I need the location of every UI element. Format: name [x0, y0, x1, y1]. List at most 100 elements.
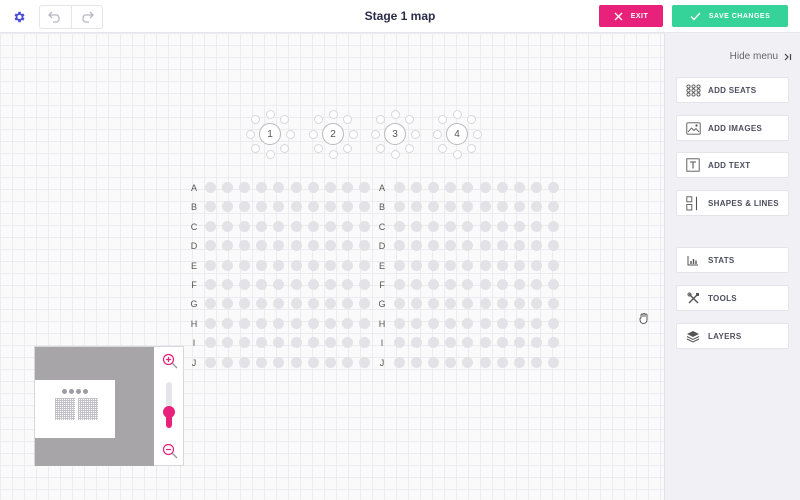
seat[interactable]	[530, 259, 542, 271]
seat[interactable]	[513, 220, 525, 232]
seat[interactable]	[394, 220, 405, 232]
seat[interactable]	[273, 298, 285, 310]
seat[interactable]	[239, 201, 251, 213]
seat[interactable]	[428, 298, 440, 310]
table-seat[interactable]	[472, 129, 482, 139]
table-seat[interactable]	[285, 129, 295, 139]
seat[interactable]	[205, 240, 216, 252]
seat[interactable]	[394, 259, 405, 271]
seat[interactable]	[358, 298, 370, 310]
seat[interactable]	[239, 317, 251, 329]
seat[interactable]	[445, 259, 457, 271]
seat[interactable]	[358, 220, 370, 232]
seat[interactable]	[513, 317, 525, 329]
seat[interactable]	[273, 220, 285, 232]
seat[interactable]	[547, 259, 559, 271]
table-seat[interactable]	[390, 149, 400, 159]
seat[interactable]	[513, 182, 525, 193]
seat[interactable]	[256, 201, 268, 213]
table-seat[interactable]	[438, 115, 448, 125]
table-seat[interactable]	[438, 143, 448, 153]
seat[interactable]	[547, 356, 559, 368]
table-seat[interactable]	[466, 143, 476, 153]
seat[interactable]	[513, 201, 525, 213]
seat[interactable]	[273, 337, 285, 349]
table-seat[interactable]	[245, 129, 255, 139]
seat[interactable]	[341, 298, 353, 310]
seat[interactable]	[513, 259, 525, 271]
seat[interactable]	[358, 279, 370, 290]
seat[interactable]	[205, 317, 216, 329]
seat[interactable]	[205, 279, 216, 290]
seat[interactable]	[290, 298, 302, 310]
seat[interactable]	[239, 356, 251, 368]
round-table[interactable]: 2	[308, 109, 358, 159]
seat[interactable]	[239, 220, 251, 232]
seat[interactable]	[428, 279, 440, 290]
seat[interactable]	[547, 240, 559, 252]
seat[interactable]	[205, 298, 216, 310]
seat[interactable]	[547, 317, 559, 329]
seat[interactable]	[530, 356, 542, 368]
seat[interactable]	[496, 182, 508, 193]
seat[interactable]	[445, 182, 457, 193]
seat[interactable]	[324, 356, 336, 368]
seat[interactable]	[496, 259, 508, 271]
seat[interactable]	[307, 220, 319, 232]
seat[interactable]	[445, 298, 457, 310]
seat[interactable]	[496, 220, 508, 232]
seat[interactable]	[307, 182, 319, 193]
seat[interactable]	[341, 240, 353, 252]
round-table[interactable]: 3	[370, 109, 420, 159]
seat[interactable]	[394, 298, 405, 310]
seat[interactable]	[547, 182, 559, 193]
seat[interactable]	[341, 220, 353, 232]
seat[interactable]	[479, 298, 491, 310]
seat[interactable]	[411, 337, 423, 349]
seat[interactable]	[547, 337, 559, 349]
seat[interactable]	[307, 259, 319, 271]
seat[interactable]	[324, 220, 336, 232]
seat[interactable]	[411, 182, 423, 193]
seat[interactable]	[479, 182, 491, 193]
seat[interactable]	[341, 317, 353, 329]
seat[interactable]	[307, 298, 319, 310]
table-seat[interactable]	[314, 143, 324, 153]
table-seat[interactable]	[348, 129, 358, 139]
seat[interactable]	[462, 337, 474, 349]
seat[interactable]	[358, 317, 370, 329]
seat[interactable]	[239, 298, 251, 310]
table-seat[interactable]	[308, 129, 318, 139]
seat[interactable]	[222, 279, 234, 290]
zoom-in-icon[interactable]	[162, 353, 178, 369]
seat[interactable]	[324, 317, 336, 329]
seat[interactable]	[256, 279, 268, 290]
seat[interactable]	[530, 220, 542, 232]
table-seat[interactable]	[452, 109, 462, 119]
seat[interactable]	[341, 201, 353, 213]
table-seat[interactable]	[370, 129, 380, 139]
round-table[interactable]: 1	[245, 109, 295, 159]
seat[interactable]	[496, 201, 508, 213]
seat[interactable]	[411, 240, 423, 252]
seat[interactable]	[547, 201, 559, 213]
seat[interactable]	[513, 240, 525, 252]
seat[interactable]	[222, 220, 234, 232]
seat[interactable]	[273, 317, 285, 329]
seat[interactable]	[428, 201, 440, 213]
seat[interactable]	[290, 259, 302, 271]
seat[interactable]	[341, 337, 353, 349]
seat[interactable]	[547, 298, 559, 310]
seat[interactable]	[428, 240, 440, 252]
table-seat[interactable]	[279, 115, 289, 125]
seat[interactable]	[479, 259, 491, 271]
seat[interactable]	[273, 279, 285, 290]
seat[interactable]	[273, 201, 285, 213]
seat[interactable]	[307, 240, 319, 252]
seat[interactable]	[462, 259, 474, 271]
seat[interactable]	[358, 259, 370, 271]
seat[interactable]	[530, 182, 542, 193]
seat[interactable]	[324, 201, 336, 213]
zoom-out-icon[interactable]	[162, 443, 178, 459]
seat[interactable]	[530, 240, 542, 252]
